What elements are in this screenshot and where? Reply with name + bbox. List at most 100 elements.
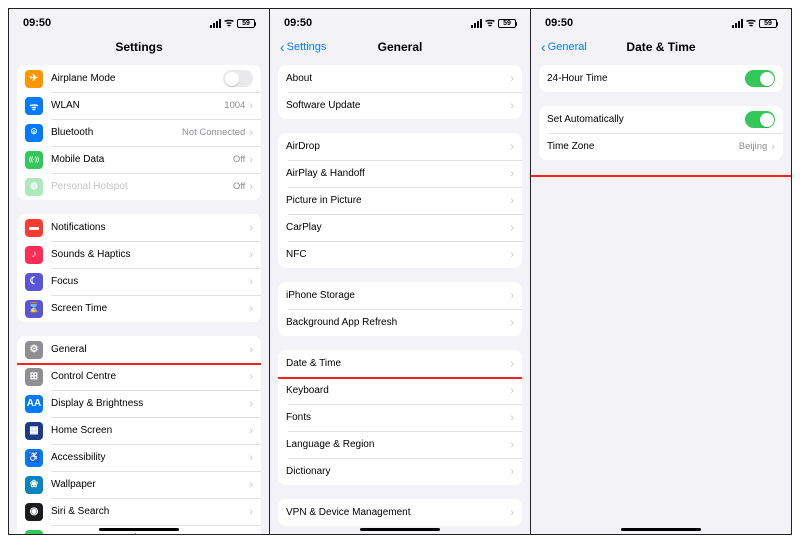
row-control-centre[interactable]: ⊞ Control Centre› bbox=[17, 363, 261, 390]
row-background-app-refresh[interactable]: Background App Refresh› bbox=[278, 309, 522, 336]
wifi-icon: ᯤ bbox=[485, 18, 495, 29]
chevron-right-icon: › bbox=[249, 398, 253, 410]
row-label: CarPlay bbox=[286, 222, 510, 233]
row-label: General bbox=[51, 344, 249, 355]
toggle-24-hour-time[interactable] bbox=[745, 70, 775, 87]
row-label: Fonts bbox=[286, 412, 510, 423]
chevron-right-icon: › bbox=[249, 154, 253, 166]
chevron-right-icon: › bbox=[510, 222, 514, 234]
nav-bar: ‹ General Date & Time bbox=[531, 33, 791, 61]
row-label: AirDrop bbox=[286, 141, 510, 152]
row-label: Keyboard bbox=[286, 385, 510, 396]
row-iphone-storage[interactable]: iPhone Storage› bbox=[278, 282, 522, 309]
chevron-right-icon: › bbox=[249, 344, 253, 356]
battery-icon: 59 bbox=[237, 19, 255, 28]
chevron-right-icon: › bbox=[510, 249, 514, 261]
row-siri-search[interactable]: ◉Siri & Search› bbox=[17, 498, 261, 525]
row-language-region[interactable]: Language & Region› bbox=[278, 431, 522, 458]
row-carplay[interactable]: CarPlay› bbox=[278, 214, 522, 241]
row-bluetooth[interactable]: ⌾BluetoothNot Connected› bbox=[17, 119, 261, 146]
battery-icon: 59 bbox=[759, 19, 777, 28]
row-label: Dictionary bbox=[286, 466, 510, 477]
home-indicator[interactable] bbox=[621, 528, 701, 531]
row-label: Face ID & Passcode bbox=[51, 533, 249, 534]
back-button[interactable]: ‹ General bbox=[541, 40, 587, 54]
chevron-right-icon: › bbox=[510, 466, 514, 478]
nav-bar: Settings bbox=[9, 33, 269, 61]
settings-group: ⚙General›⊞Control Centre›AADisplay & Bri… bbox=[17, 336, 261, 534]
chevron-right-icon: › bbox=[249, 303, 253, 315]
notifications-icon: ▬ bbox=[25, 219, 43, 237]
chevron-right-icon: › bbox=[249, 127, 253, 139]
row-label: Set Automatically bbox=[547, 114, 745, 125]
row-label: Wallpaper bbox=[51, 479, 249, 490]
row-airdrop[interactable]: AirDrop› bbox=[278, 133, 522, 160]
chevron-right-icon: › bbox=[249, 222, 253, 234]
row-notifications[interactable]: ▬Notifications› bbox=[17, 214, 261, 241]
row-software-update[interactable]: Software Update› bbox=[278, 92, 522, 119]
row-wallpaper[interactable]: ❀Wallpaper› bbox=[17, 471, 261, 498]
row-home-screen[interactable]: ▦Home Screen› bbox=[17, 417, 261, 444]
sounds-icon: ♪ bbox=[25, 246, 43, 264]
row-wlan[interactable]: ᯤWLAN1004› bbox=[17, 92, 261, 119]
row-mobile-data[interactable]: ((·))Mobile DataOff› bbox=[17, 146, 261, 173]
row-24-hour-time[interactable]: 24-Hour Time bbox=[539, 65, 783, 92]
row-about[interactable]: About› bbox=[278, 65, 522, 92]
chevron-right-icon: › bbox=[249, 452, 253, 464]
chevron-right-icon: › bbox=[249, 371, 253, 383]
chevron-right-icon: › bbox=[510, 412, 514, 424]
row-airplay-handoff[interactable]: AirPlay & Handoff› bbox=[278, 160, 522, 187]
settings-group: ✈Airplane ModeᯤWLAN1004›⌾BluetoothNot Co… bbox=[17, 65, 261, 200]
toggle-set-automatically[interactable] bbox=[745, 111, 775, 128]
row-dictionary[interactable]: Dictionary› bbox=[278, 458, 522, 485]
bluetooth-icon: ⌾ bbox=[25, 124, 43, 142]
row-general[interactable]: ⚙ General› bbox=[17, 336, 261, 363]
row-label: Accessibility bbox=[51, 452, 249, 463]
display-icon: AA bbox=[25, 395, 43, 413]
general-icon: ⚙ bbox=[25, 341, 43, 359]
settings-group: VPN & Device Management› bbox=[278, 499, 522, 526]
back-label: Settings bbox=[287, 41, 327, 53]
settings-group: AirDrop›AirPlay & Handoff›Picture in Pic… bbox=[278, 133, 522, 268]
home-indicator[interactable] bbox=[360, 528, 440, 531]
back-button[interactable]: ‹ Settings bbox=[280, 40, 326, 54]
chevron-right-icon: › bbox=[510, 195, 514, 207]
row-detail: 1004 bbox=[224, 100, 245, 111]
chevron-right-icon: › bbox=[510, 141, 514, 153]
home-indicator[interactable] bbox=[99, 528, 179, 531]
control-centre-icon: ⊞ bbox=[25, 368, 43, 386]
chevron-right-icon: › bbox=[510, 358, 514, 370]
row-sounds-haptics[interactable]: ♪Sounds & Haptics› bbox=[17, 241, 261, 268]
faceid-icon: ⊡ bbox=[25, 530, 43, 535]
row-airplane-mode[interactable]: ✈Airplane Mode bbox=[17, 65, 261, 92]
row-keyboard[interactable]: Keyboard› bbox=[278, 377, 522, 404]
row-set-automatically[interactable]: Set Automatically bbox=[539, 106, 783, 133]
mobile-data-icon: ((·)) bbox=[25, 151, 43, 169]
row-label: Personal Hotspot bbox=[51, 181, 233, 192]
row-fonts[interactable]: Fonts› bbox=[278, 404, 522, 431]
row-label: Picture in Picture bbox=[286, 195, 510, 206]
row-label: VPN & Device Management bbox=[286, 507, 510, 518]
row-nfc[interactable]: NFC› bbox=[278, 241, 522, 268]
row-focus[interactable]: ☾Focus› bbox=[17, 268, 261, 295]
row-label: Software Update bbox=[286, 100, 510, 111]
row-picture-in-picture[interactable]: Picture in Picture› bbox=[278, 187, 522, 214]
row-time-zone[interactable]: Time ZoneBeijing› bbox=[539, 133, 783, 160]
chevron-left-icon: ‹ bbox=[541, 40, 546, 54]
row-vpn-device-management[interactable]: VPN & Device Management› bbox=[278, 499, 522, 526]
hotspot-icon: ⊚ bbox=[25, 178, 43, 196]
row-detail: Off bbox=[233, 181, 246, 192]
row-display-brightness[interactable]: AADisplay & Brightness› bbox=[17, 390, 261, 417]
row-accessibility[interactable]: ♿Accessibility› bbox=[17, 444, 261, 471]
row-screen-time[interactable]: ⌛Screen Time› bbox=[17, 295, 261, 322]
chevron-right-icon: › bbox=[249, 276, 253, 288]
status-bar: 09:50 ᯤ 59 bbox=[531, 9, 791, 33]
row-personal-hotspot[interactable]: ⊚Personal HotspotOff› bbox=[17, 173, 261, 200]
wifi-icon: ᯤ bbox=[224, 18, 234, 29]
row-date-time[interactable]: Date & Time› bbox=[278, 350, 522, 377]
row-label: Control Centre bbox=[51, 371, 249, 382]
chevron-right-icon: › bbox=[249, 533, 253, 535]
status-bar: 09:50 ᯤ 59 bbox=[270, 9, 530, 33]
battery-icon: 59 bbox=[498, 19, 516, 28]
toggle-airplane-mode[interactable] bbox=[223, 70, 253, 87]
